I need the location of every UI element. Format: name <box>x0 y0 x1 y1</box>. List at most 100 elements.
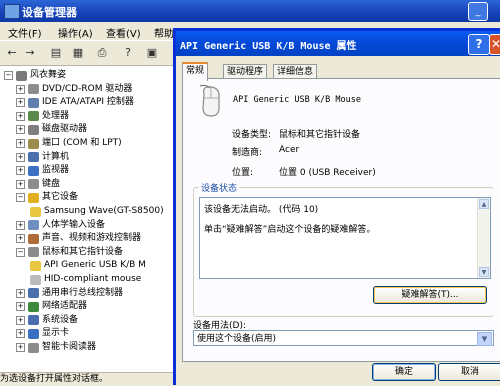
device-status-textbox[interactable]: 该设备无法启动。 (代码 10) 单击“疑难解答”启动这个设备的疑难解答。 ▲ … <box>199 197 491 279</box>
tree-item[interactable]: + 端口 (COM 和 LPT) <box>16 137 122 150</box>
tree-item-label: 键盘 <box>42 178 61 189</box>
prop-label-type: 设备类型: <box>232 130 272 140</box>
expander-icon[interactable]: + <box>16 84 25 94</box>
tree-item[interactable]: + 键盘 <box>16 178 60 191</box>
expander-icon[interactable]: + <box>16 315 25 325</box>
device-status-label: 设备状态 <box>199 181 240 194</box>
tree-item-label: 其它设备 <box>42 192 79 203</box>
device-manager-title: 设备管理器 <box>22 6 77 19</box>
properties-list-icon[interactable]: ▤ <box>48 45 64 61</box>
device-category-icon <box>28 179 39 190</box>
expander-icon[interactable]: + <box>16 98 25 108</box>
tree-item[interactable]: Samsung Wave(GT-S8500) <box>30 205 164 218</box>
device-category-icon <box>28 124 39 135</box>
tab-general[interactable]: 常规 <box>182 62 209 81</box>
tree-item[interactable]: API Generic USB K/B M <box>30 259 146 272</box>
tree-item[interactable]: − 其它设备 <box>16 191 78 204</box>
menu-help[interactable]: 帮助 <box>154 25 174 40</box>
status-line-2: 单击“疑难解答”启动这个设备的疑难解答。 <box>204 225 376 235</box>
device-category-icon <box>28 342 39 353</box>
tree-item-label: 磁盘驱动器 <box>42 124 88 135</box>
expander-icon[interactable]: + <box>16 125 25 135</box>
device-usage-select[interactable]: 使用这个设备(启用) ▼ <box>193 330 494 346</box>
tree-item-label: DVD/CD-ROM 驱动器 <box>42 83 133 94</box>
expander-icon[interactable]: + <box>16 220 25 230</box>
properties-icon[interactable]: ▦ <box>70 45 86 61</box>
menu-view[interactable]: 查看(V) <box>106 25 141 40</box>
expander-icon[interactable]: + <box>16 343 25 352</box>
expander-icon[interactable]: + <box>16 111 25 121</box>
tree-item-label: 端口 (COM 和 LPT) <box>42 138 122 148</box>
tree-item[interactable]: + 智能卡阅读器 <box>16 341 96 354</box>
status-scrollbar[interactable]: ▲ ▼ <box>477 198 490 278</box>
tree-item-label: 网络适配器 <box>42 301 88 312</box>
tab-details[interactable]: 详细信息 <box>273 64 318 79</box>
expander-icon[interactable]: + <box>16 329 25 339</box>
tree-item[interactable]: + 人体学输入设备 <box>16 219 105 232</box>
device-manager-titlebar[interactable]: 设备管理器 _ <box>0 0 500 22</box>
device-name: API Generic USB K/B Mouse <box>233 95 361 105</box>
device-category-icon <box>28 165 39 176</box>
tab-driver[interactable]: 驱动程序 <box>223 64 268 79</box>
device-category-icon <box>28 192 39 203</box>
help-button[interactable]: ? <box>468 34 490 55</box>
expander-icon[interactable]: + <box>16 288 25 298</box>
tree-item[interactable]: + 磁盘驱动器 <box>16 123 87 136</box>
tree-item[interactable]: + IDE ATA/ATAPI 控制器 <box>16 96 134 109</box>
tree-item-label: 监视器 <box>42 165 70 176</box>
tree-item[interactable]: + 监视器 <box>16 164 69 177</box>
tree-item-label: 显示卡 <box>42 328 70 339</box>
close-button[interactable]: ✕ <box>489 34 500 55</box>
tree-item[interactable]: + 处理器 <box>16 110 69 123</box>
device-category-icon <box>28 247 39 258</box>
tree-item[interactable]: + 显示卡 <box>16 327 69 340</box>
device-manager-icon <box>4 4 20 19</box>
device-category-icon <box>30 206 41 217</box>
menu-action[interactable]: 操作(A) <box>58 25 93 40</box>
tree-item[interactable]: HID-compliant mouse <box>30 273 141 286</box>
expander-icon[interactable]: + <box>16 139 25 148</box>
tree-item-label: 风衣舞姿 <box>30 70 67 80</box>
mouse-icon <box>199 84 220 117</box>
device-category-icon <box>28 138 39 149</box>
chevron-down-icon[interactable]: ▼ <box>477 332 492 346</box>
tree-item[interactable]: + 网络适配器 <box>16 300 87 313</box>
forward-icon[interactable]: → <box>22 45 38 61</box>
expander-icon[interactable]: − <box>16 247 25 257</box>
tree-item[interactable]: − 风衣舞姿 <box>4 69 66 82</box>
expander-icon[interactable]: + <box>16 152 25 162</box>
tree-item[interactable]: + 声音、视频和游戏控制器 <box>16 232 141 245</box>
prop-value-type: 鼠标和其它指针设备 <box>279 130 361 140</box>
prop-label-manufacturer: 制造商: <box>232 148 263 158</box>
tree-item-label: Samsung Wave(GT-S8500) <box>44 206 164 216</box>
back-icon[interactable]: ← <box>4 45 20 61</box>
device-tree[interactable]: − 风衣舞姿 + DVD/CD-ROM 驱动器 + IDE ATA/ATAPI 控制器 + 处… <box>0 66 177 372</box>
help-icon[interactable]: ? <box>120 45 136 61</box>
tree-item[interactable]: + DVD/CD-ROM 驱动器 <box>16 83 132 96</box>
expander-icon[interactable]: − <box>4 71 13 80</box>
minimize-button[interactable]: _ <box>468 2 488 21</box>
expander-icon[interactable]: + <box>16 302 25 312</box>
cancel-button[interactable]: 取消 <box>438 363 500 381</box>
status-line-1: 该设备无法启动。 (代码 10) <box>204 205 319 215</box>
expander-icon[interactable]: − <box>16 193 25 203</box>
view-icon[interactable]: ▣ <box>144 45 160 61</box>
tree-item-label: 人体学输入设备 <box>42 219 106 230</box>
expander-icon[interactable]: + <box>16 166 25 176</box>
tree-item[interactable]: + 计算机 <box>16 151 69 164</box>
device-category-icon <box>28 152 39 163</box>
device-category-icon <box>16 70 27 81</box>
prop-value-location: 位置 0 (USB Receiver) <box>279 168 376 178</box>
scroll-up-icon[interactable]: ▲ <box>479 199 489 209</box>
dialog-titlebar[interactable]: API Generic USB K/B Mouse 属性 ? ✕ <box>176 31 500 56</box>
scroll-down-icon[interactable]: ▼ <box>479 267 489 277</box>
troubleshoot-button[interactable]: 疑难解答(T)... <box>373 286 487 304</box>
tree-item[interactable]: + 通用串行总线控制器 <box>16 287 123 300</box>
expander-icon[interactable]: + <box>16 179 25 189</box>
tree-item[interactable]: + 系统设备 <box>16 314 78 327</box>
tree-item[interactable]: − 鼠标和其它指针设备 <box>16 246 123 259</box>
expander-icon[interactable]: + <box>16 234 25 244</box>
menu-file[interactable]: 文件(F) <box>8 25 42 40</box>
print-icon[interactable]: ⎙ <box>94 45 110 61</box>
ok-button[interactable]: 确定 <box>372 363 436 381</box>
